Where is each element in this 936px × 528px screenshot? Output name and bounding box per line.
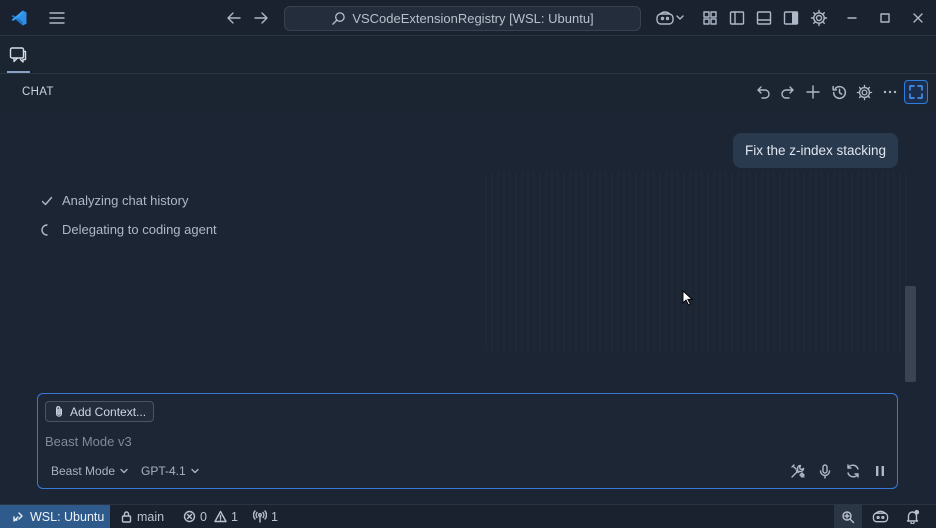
progress-step-label: Delegating to coding agent — [62, 222, 217, 237]
redo-icon[interactable] — [778, 82, 798, 102]
search-icon — [331, 11, 346, 26]
model-picker-dropdown[interactable]: GPT-4.1 — [141, 464, 200, 478]
progress-step-analyzing: Analyzing chat history — [40, 193, 188, 208]
copilot-status-icon[interactable] — [872, 505, 889, 528]
chat-input-box[interactable]: Add Context... Beast Mode v3 Beast Mode … — [37, 393, 898, 489]
mouse-cursor-icon — [682, 290, 694, 306]
git-branch-item[interactable]: main — [120, 505, 164, 528]
more-actions-icon[interactable] — [880, 82, 900, 102]
add-context-label: Add Context... — [70, 404, 147, 419]
check-icon — [40, 194, 54, 208]
notifications-bell-icon[interactable] — [905, 505, 920, 528]
paperclip-icon — [53, 405, 65, 418]
mode-picker-dropdown[interactable]: Beast Mode — [51, 464, 129, 478]
undo-icon[interactable] — [753, 82, 773, 102]
chevron-down-icon — [119, 466, 129, 476]
zoom-icon[interactable] — [834, 505, 862, 528]
mode-picker-label: Beast Mode — [51, 464, 116, 478]
chat-settings-gear-icon[interactable] — [854, 82, 874, 102]
menu-icon[interactable] — [47, 8, 67, 28]
broadcast-icon — [253, 510, 267, 523]
warning-count: 1 — [230, 509, 238, 524]
progress-step-delegating: Delegating to coding agent — [40, 222, 217, 237]
toggle-secondary-sidebar-icon[interactable] — [781, 8, 801, 28]
problems-item[interactable]: 0 1 — [183, 505, 238, 528]
chat-input-placeholder[interactable]: Beast Mode v3 — [45, 434, 132, 449]
title-bar: VSCodeExtensionRegistry [WSL: Ubuntu] — [0, 0, 936, 36]
panel-tab-bar — [0, 37, 936, 74]
loading-spinner-icon — [40, 223, 54, 237]
maximize-panel-icon[interactable] — [904, 80, 928, 104]
chat-scrollbar-thumb[interactable] — [905, 286, 916, 382]
minimize-icon[interactable] — [842, 8, 862, 28]
new-chat-plus-icon[interactable] — [803, 82, 823, 102]
branch-name: main — [137, 509, 165, 524]
layout-controls-icon[interactable] — [700, 8, 720, 28]
ports-item[interactable]: 1 — [253, 505, 278, 528]
remote-connection-icon — [12, 511, 24, 523]
search-text: VSCodeExtensionRegistry [WSL: Ubuntu] — [352, 11, 594, 26]
error-icon — [183, 510, 196, 523]
progress-step-label: Analyzing chat history — [62, 193, 189, 208]
back-arrow-icon[interactable] — [224, 8, 244, 28]
background-artifact — [485, 172, 910, 352]
vscode-logo-icon — [9, 8, 29, 28]
status-bar: WSL: Ubuntu main 0 1 1 — [0, 504, 936, 528]
chat-header: CHAT — [0, 74, 936, 110]
command-center-search[interactable]: VSCodeExtensionRegistry [WSL: Ubuntu] — [284, 6, 641, 31]
toggle-panel-icon[interactable] — [754, 8, 774, 28]
lock-icon — [120, 510, 133, 523]
close-icon[interactable] — [908, 8, 928, 28]
toggle-primary-sidebar-icon[interactable] — [727, 8, 747, 28]
refresh-icon[interactable] — [844, 462, 862, 480]
ports-count: 1 — [271, 509, 278, 524]
remote-label: WSL: Ubuntu — [30, 509, 105, 524]
maximize-icon[interactable] — [875, 8, 895, 28]
add-context-button[interactable]: Add Context... — [45, 401, 155, 422]
chat-title: CHAT — [22, 86, 54, 98]
forward-arrow-icon[interactable] — [251, 8, 271, 28]
warning-icon — [214, 510, 227, 523]
copilot-dropdown-button[interactable] — [653, 8, 687, 28]
model-picker-label: GPT-4.1 — [141, 464, 186, 478]
user-message-bubble: Fix the z-index stacking — [733, 133, 899, 168]
microphone-icon[interactable] — [816, 462, 834, 480]
active-tab-indicator — [7, 71, 30, 73]
settings-gear-icon[interactable] — [809, 8, 829, 28]
tools-icon[interactable] — [789, 462, 807, 480]
remote-indicator[interactable]: WSL: Ubuntu — [0, 505, 110, 528]
history-icon[interactable] — [829, 82, 849, 102]
chevron-down-icon — [190, 466, 200, 476]
pause-icon[interactable] — [871, 462, 889, 480]
chat-panel-icon[interactable] — [8, 45, 30, 67]
error-count: 0 — [200, 509, 207, 524]
